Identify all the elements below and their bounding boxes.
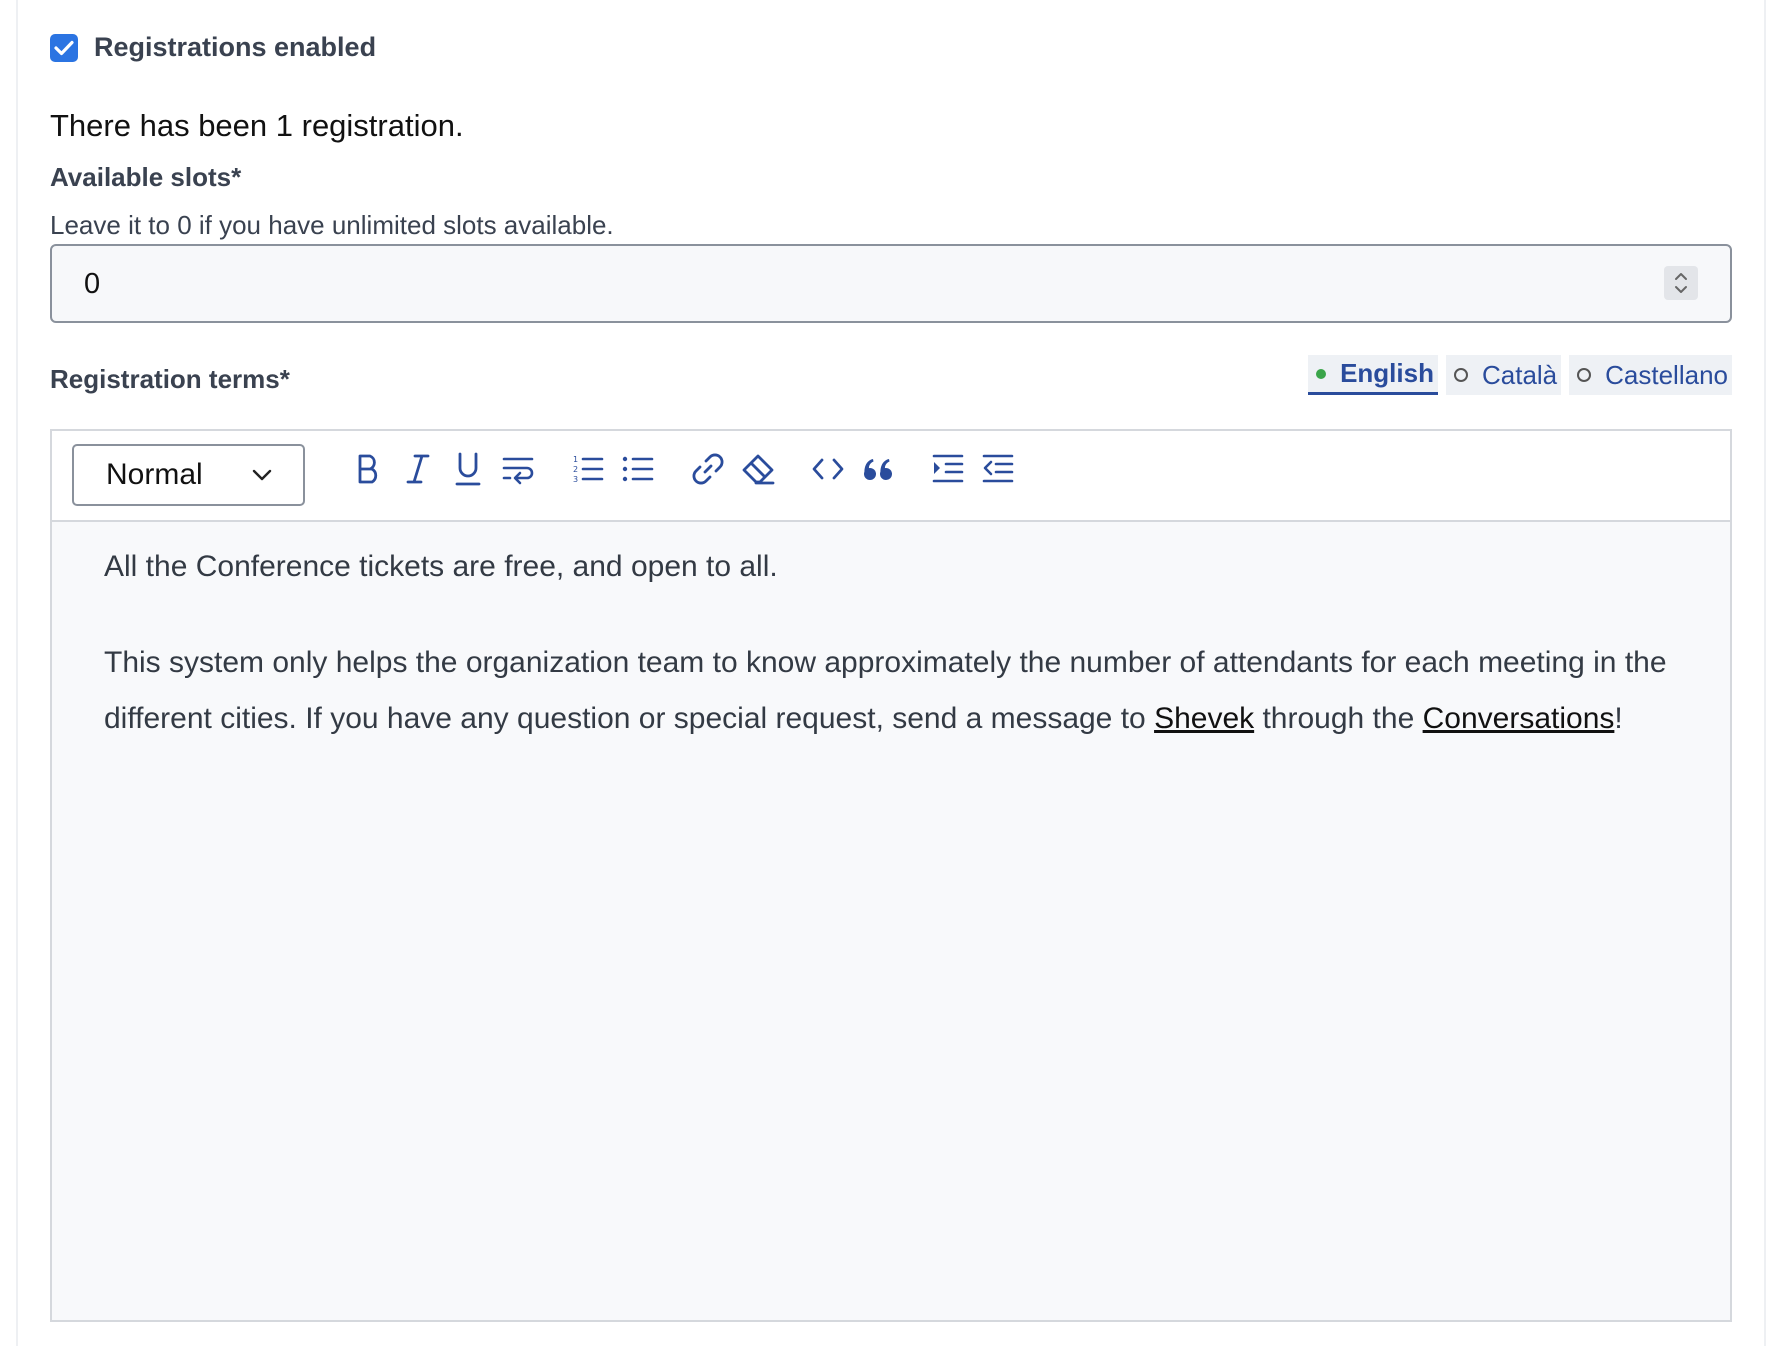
code-button[interactable] — [808, 449, 848, 489]
italic-icon — [406, 454, 430, 484]
active-dot-icon — [1316, 368, 1327, 379]
shevek-link[interactable]: Shevek — [1154, 702, 1254, 735]
bold-button[interactable] — [348, 449, 388, 489]
registration-terms-label: Registration terms* — [50, 364, 290, 394]
editor-toolbar: Normal 1 2 3 — [52, 431, 1730, 522]
bullet-list-icon — [622, 456, 654, 482]
outdent-button[interactable] — [978, 449, 1018, 489]
available-slots-input[interactable]: 0 — [50, 244, 1732, 323]
ordered-list-icon: 1 2 3 — [573, 455, 604, 484]
tab-catala-label[interactable]: Català — [1482, 360, 1557, 391]
number-stepper[interactable] — [1664, 266, 1698, 300]
conversations-link[interactable]: Conversations — [1423, 702, 1615, 735]
hard-break-icon — [502, 457, 534, 485]
bullet-list-button[interactable] — [618, 449, 658, 489]
outdent-icon — [982, 454, 1014, 483]
tab-castellano-label[interactable]: Castellano — [1605, 360, 1728, 391]
svg-text:3: 3 — [573, 475, 578, 484]
editor-paragraph[interactable]: All the Conference tickets are free, and… — [104, 539, 1690, 595]
tab-castellano[interactable]: Castellano — [1569, 355, 1732, 395]
available-slots-value[interactable]: 0 — [84, 268, 100, 301]
underline-button[interactable] — [448, 449, 488, 489]
chevron-down-icon — [252, 469, 272, 481]
link-icon — [692, 453, 724, 485]
blockquote-button[interactable] — [858, 449, 898, 489]
italic-button[interactable] — [398, 449, 438, 489]
language-tabs: English Català Castellano — [1308, 355, 1732, 395]
registrations-enabled-label[interactable]: Registrations enabled — [94, 32, 376, 63]
text-format-value[interactable]: Normal — [106, 458, 203, 492]
editor-content[interactable]: All the Conference tickets are free, and… — [104, 539, 1690, 747]
indent-icon — [932, 454, 964, 483]
registration-count-text: There has been 1 registration. — [50, 108, 464, 143]
blockquote-icon — [864, 459, 892, 480]
page: Registrations enabled There has been 1 r… — [0, 0, 1782, 1346]
registrations-enabled-row[interactable]: Registrations enabled — [50, 32, 376, 63]
empty-dot-icon — [1453, 368, 1468, 382]
tab-english-label[interactable]: English — [1340, 358, 1434, 389]
editor-paragraph[interactable]: This system only helps the organization … — [104, 635, 1690, 747]
available-slots-help: Leave it to 0 if you have unlimited slot… — [50, 210, 614, 240]
clear-format-button[interactable] — [738, 449, 778, 489]
hard-break-button[interactable] — [498, 449, 538, 489]
bold-icon — [358, 454, 378, 484]
text-format-select[interactable]: Normal — [72, 444, 305, 506]
rich-text-editor[interactable]: Normal 1 2 3 All the Conference tickets … — [50, 429, 1732, 1322]
paragraph-text[interactable]: through the — [1254, 702, 1422, 735]
svg-text:2: 2 — [573, 465, 578, 474]
tab-english[interactable]: English — [1308, 355, 1438, 395]
underline-icon — [455, 452, 481, 486]
ordered-list-button[interactable]: 1 2 3 — [568, 449, 608, 489]
clear-format-icon — [742, 454, 775, 485]
link-button[interactable] — [688, 449, 728, 489]
registrations-enabled-checkbox[interactable] — [50, 33, 78, 62]
available-slots-label: Available slots* — [50, 162, 242, 192]
check-icon — [54, 40, 74, 55]
indent-button[interactable] — [928, 449, 968, 489]
stepper-arrows-icon[interactable] — [1673, 269, 1689, 297]
paragraph-text[interactable]: ! — [1614, 702, 1622, 735]
svg-text:1: 1 — [573, 455, 578, 464]
code-icon — [812, 458, 844, 480]
tab-catala[interactable]: Català — [1445, 355, 1562, 395]
empty-dot-icon — [1577, 368, 1592, 382]
